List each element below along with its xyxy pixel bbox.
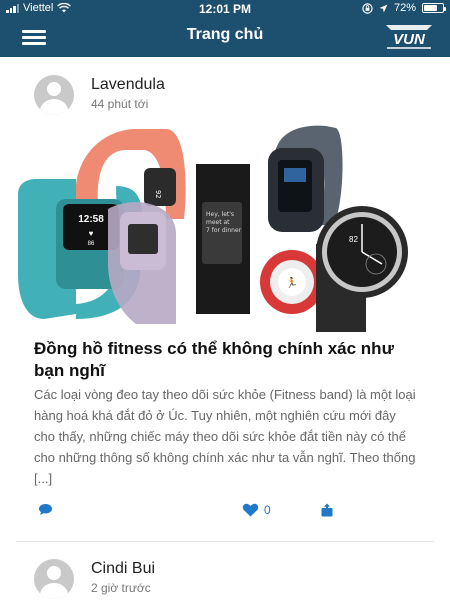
post-time: 2 giờ trước [91,581,151,595]
post-author-row: Cindi Bui 2 giờ trước [34,559,414,599]
svg-text:meet at: meet at [206,219,230,226]
author-name[interactable]: Lavendula [91,76,165,94]
like-count: 0 [264,503,271,517]
nav-bar: Trang chủ VUN [0,18,450,57]
post-card: Cindi Bui 2 giờ trước [0,542,450,600]
svg-text:7 for dinner: 7 for dinner [206,227,242,234]
post-author-row: Lavendula 44 phút tới [34,75,414,115]
hamburger-menu-icon[interactable] [22,28,48,46]
post-feed[interactable]: Lavendula 44 phút tới 92 12:58 ♥ 86 Hey,… [0,57,450,600]
svg-text:🏃: 🏃 [286,276,298,289]
comment-button[interactable] [38,503,53,516]
share-button[interactable] [320,503,334,517]
orientation-lock-icon [362,2,373,14]
like-button[interactable]: 0 [242,503,271,517]
share-icon [321,503,333,517]
status-bar: Viettel 12:01 PM 72% [0,0,450,18]
status-right: 72% [362,2,446,14]
heart-icon [242,503,259,517]
vun-logo[interactable]: VUN [380,22,438,52]
post-card: Lavendula 44 phút tới 92 12:58 ♥ 86 Hey,… [0,57,450,542]
location-arrow-icon [379,4,388,12]
post-actions: 0 [0,503,450,525]
avatar[interactable] [34,559,74,599]
battery-level-fill [424,5,437,11]
post-excerpt: Các loại vòng đeo tay theo dõi sức khỏe … [34,387,416,486]
svg-text:92: 92 [154,190,162,198]
avatar[interactable] [34,75,74,115]
svg-text:82: 82 [349,235,358,244]
comment-icon [39,504,52,515]
svg-text:Hey, let's: Hey, let's [206,211,234,218]
watch-time-label: 12:58 [78,214,104,225]
app-header: Viettel 12:01 PM 72% Trang chủ VUN [0,0,450,57]
post-title[interactable]: Đồng hồ fitness có thể không chính xác n… [34,338,424,382]
post-time: 44 phút tới [91,97,149,111]
fitness-trackers-image: 92 12:58 ♥ 86 Hey, let's meet at 7 for d… [18,125,408,332]
svg-text:♥: ♥ [89,229,94,238]
author-name[interactable]: Cindi Bui [91,560,155,578]
svg-text:VUN: VUN [393,31,426,48]
post-image[interactable]: 92 12:58 ♥ 86 Hey, let's meet at 7 for d… [16,124,434,332]
battery-percent: 72% [393,2,416,14]
watch-count-label: 86 [88,241,95,247]
battery-icon [422,3,446,13]
